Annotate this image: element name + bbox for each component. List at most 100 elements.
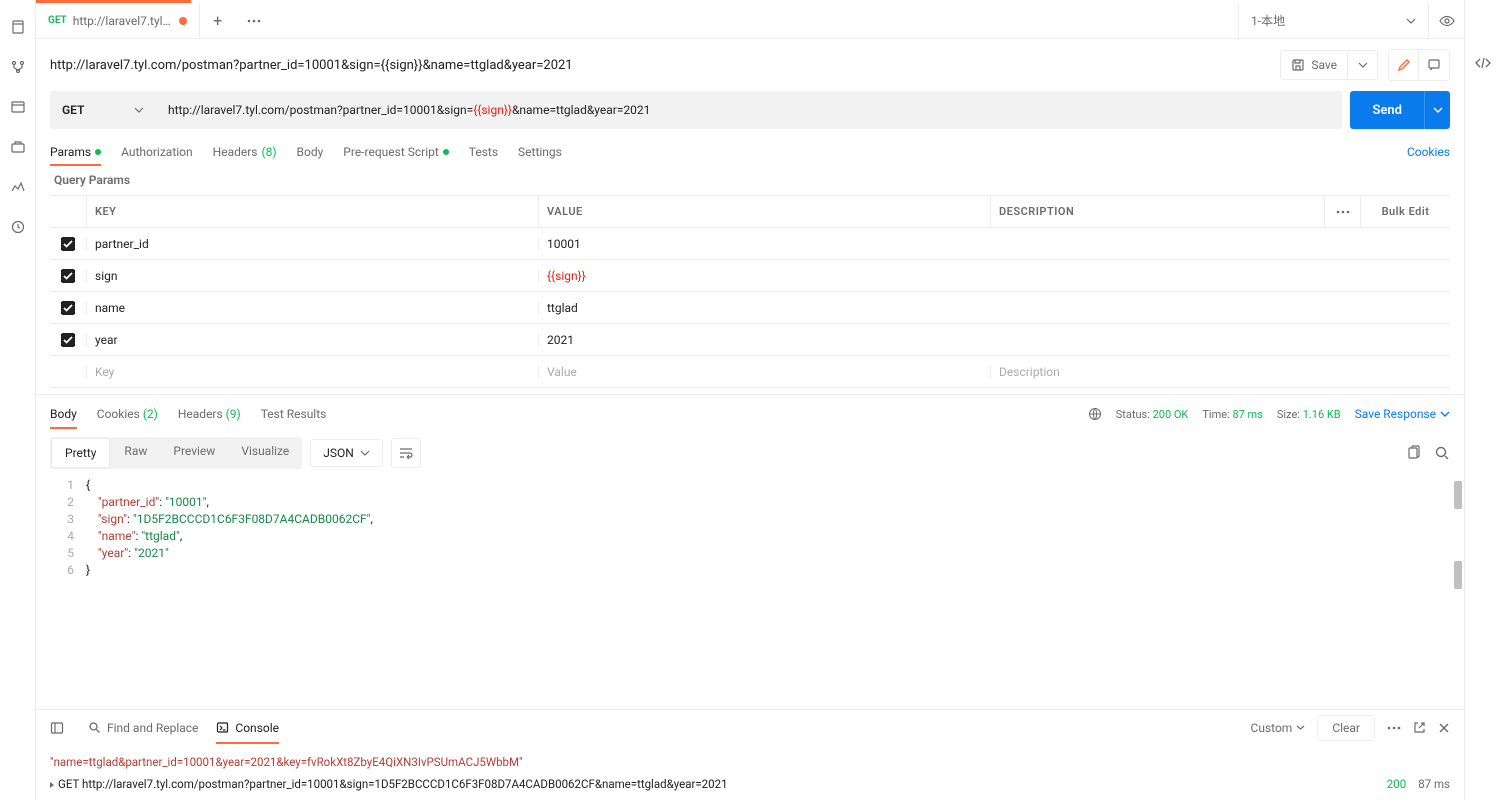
- url-input[interactable]: http://laravel7.tyl.com/postman?partner_…: [156, 91, 1342, 129]
- console-line[interactable]: "name=ttglad&partner_id=10001&year=2021&…: [50, 751, 1450, 773]
- view-preview[interactable]: Preview: [160, 437, 228, 469]
- clear-button[interactable]: Clear: [1317, 715, 1375, 741]
- close-console-button[interactable]: [1438, 722, 1450, 734]
- tab-title: http://laravel7.tyl.c...: [73, 14, 173, 28]
- tab-settings[interactable]: Settings: [518, 139, 562, 165]
- tab-prerequest[interactable]: Pre-request Script: [343, 139, 448, 165]
- mock-icon[interactable]: [9, 138, 27, 156]
- request-tab[interactable]: GET http://laravel7.tyl.c...: [36, 3, 200, 39]
- close-icon: [1438, 722, 1450, 734]
- environments-icon[interactable]: [9, 98, 27, 116]
- resp-tab-tests[interactable]: Test Results: [261, 399, 327, 429]
- resp-tab-headers[interactable]: Headers (9): [178, 399, 241, 429]
- code-line: 5 "year": "2021": [50, 545, 1450, 562]
- wrap-lines-button[interactable]: [391, 438, 421, 468]
- tab-options-button[interactable]: [236, 19, 272, 23]
- sidebar-toggle[interactable]: [50, 721, 70, 735]
- key-cell[interactable]: year: [86, 333, 538, 347]
- bulk-edit-button[interactable]: Bulk Edit: [1360, 196, 1450, 227]
- environment-quick-look[interactable]: [1428, 3, 1464, 39]
- history-icon[interactable]: [9, 218, 27, 236]
- view-pretty[interactable]: Pretty: [52, 439, 109, 467]
- value-cell[interactable]: 2021: [538, 333, 990, 347]
- copy-button[interactable]: [1406, 445, 1422, 461]
- checkbox[interactable]: [61, 333, 75, 347]
- resp-tab-cookies[interactable]: Cookies (2): [97, 399, 158, 429]
- view-raw[interactable]: Raw: [111, 437, 160, 469]
- tab-method: GET: [48, 15, 67, 26]
- save-options-button[interactable]: [1348, 50, 1378, 80]
- chevron-down-icon: [1440, 411, 1450, 417]
- code-panel-button[interactable]: [1474, 54, 1492, 72]
- collections-icon[interactable]: [9, 18, 27, 36]
- table-row[interactable]: year2021: [50, 324, 1450, 356]
- chevron-down-icon: [134, 107, 144, 113]
- send-button[interactable]: Send: [1350, 91, 1424, 129]
- apis-icon[interactable]: [9, 58, 27, 76]
- time-block: Time: 87 ms: [1202, 408, 1263, 421]
- value-cell[interactable]: {{sign}}: [538, 269, 990, 283]
- tab-authorization[interactable]: Authorization: [121, 139, 193, 165]
- tab-body[interactable]: Body: [297, 139, 324, 165]
- code-line: 2 "partner_id": "10001",: [50, 494, 1450, 511]
- key-input[interactable]: Key: [86, 365, 538, 379]
- code-line: 1{: [50, 477, 1450, 494]
- request-name: http://laravel7.tyl.com/postman?partner_…: [50, 58, 1270, 73]
- send-options-button[interactable]: [1424, 91, 1450, 129]
- table-row[interactable]: namettglad: [50, 292, 1450, 324]
- scrollbar-thumb[interactable]: [1454, 481, 1462, 509]
- scrollbar-thumb[interactable]: [1454, 561, 1462, 589]
- save-button[interactable]: Save: [1280, 50, 1348, 80]
- checkbox[interactable]: [61, 237, 75, 251]
- code-line: 3 "sign": "1D5F2BCCCD1C6F3F08D7A4CADB006…: [50, 511, 1450, 528]
- code-line: 6}: [50, 562, 1450, 579]
- console-status: 200: [1387, 773, 1406, 795]
- value-cell[interactable]: ttglad: [538, 301, 990, 315]
- key-cell[interactable]: partner_id: [86, 237, 538, 251]
- monitors-icon[interactable]: [9, 178, 27, 196]
- col-value: VALUE: [538, 196, 990, 227]
- tab-headers[interactable]: Headers (8): [213, 139, 277, 165]
- search-icon: [88, 721, 101, 734]
- tab-tests[interactable]: Tests: [469, 139, 498, 165]
- pencil-icon: [1397, 58, 1411, 72]
- value-input[interactable]: Value: [538, 365, 990, 379]
- resp-tab-body[interactable]: Body: [50, 399, 77, 429]
- tab-params[interactable]: Params: [50, 139, 101, 165]
- environment-select[interactable]: 1-本地: [1238, 3, 1428, 39]
- method-select[interactable]: GET: [50, 91, 156, 129]
- cookies-link[interactable]: Cookies: [1407, 145, 1450, 159]
- key-cell[interactable]: sign: [86, 269, 538, 283]
- col-options-button[interactable]: [1324, 196, 1360, 227]
- key-cell[interactable]: name: [86, 301, 538, 315]
- globe-icon[interactable]: [1088, 407, 1102, 421]
- response-body[interactable]: 1{2 "partner_id": "10001",3 "sign": "1D5…: [36, 477, 1464, 709]
- format-select[interactable]: JSON: [310, 439, 383, 467]
- popout-button[interactable]: [1413, 721, 1426, 734]
- table-row[interactable]: partner_id10001: [50, 228, 1450, 260]
- table-row-new[interactable]: Key Value Description: [50, 356, 1450, 388]
- checkbox[interactable]: [61, 301, 75, 315]
- search-button[interactable]: [1434, 445, 1450, 461]
- view-visualize[interactable]: Visualize: [228, 437, 302, 469]
- console-filter[interactable]: Custom: [1251, 721, 1306, 735]
- save-icon: [1291, 58, 1305, 72]
- checkbox[interactable]: [61, 269, 75, 283]
- environment-name: 1-本地: [1251, 12, 1285, 29]
- edit-button[interactable]: [1389, 50, 1419, 80]
- description-input[interactable]: Description: [990, 365, 1450, 379]
- comment-icon: [1427, 58, 1441, 72]
- save-response-button[interactable]: Save Response: [1355, 407, 1450, 421]
- chevron-down-icon: [360, 450, 370, 456]
- console-line[interactable]: GET http://laravel7.tyl.com/postman?part…: [50, 773, 1450, 795]
- view-mode-toggle: Pretty Raw Preview Visualize: [50, 437, 302, 469]
- new-tab-button[interactable]: +: [200, 11, 236, 30]
- external-icon: [1413, 721, 1426, 734]
- table-row[interactable]: sign{{sign}}: [50, 260, 1450, 292]
- indicator-dot-icon: [95, 149, 101, 155]
- value-cell[interactable]: 10001: [538, 237, 990, 251]
- console-button[interactable]: Console: [216, 712, 279, 744]
- comment-button[interactable]: [1419, 50, 1449, 80]
- find-replace-button[interactable]: Find and Replace: [88, 712, 198, 744]
- console-more-button[interactable]: [1387, 726, 1401, 730]
